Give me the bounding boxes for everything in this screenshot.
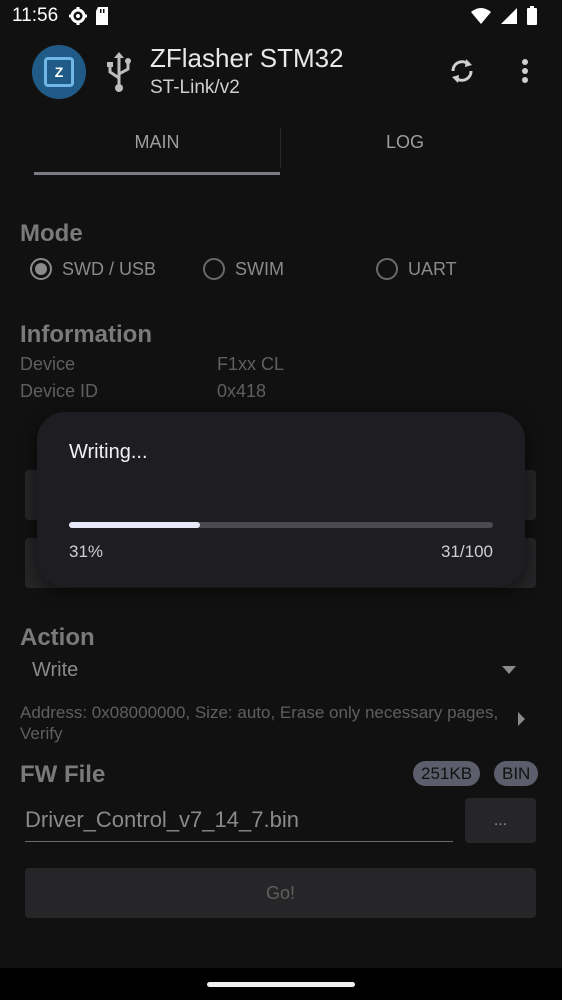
status-icons-left <box>68 6 110 31</box>
refresh-icon[interactable] <box>447 56 477 91</box>
app-logo: Z <box>32 45 86 99</box>
status-icons-right <box>470 6 538 31</box>
signal-icon <box>500 7 518 30</box>
app-subtitle: ST-Link/v2 <box>150 77 240 98</box>
chevron-right-icon[interactable] <box>518 712 525 726</box>
progress-count: 31/100 <box>441 542 493 561</box>
action-description: Address: 0x08000000, Size: auto, Erase o… <box>20 703 499 743</box>
home-handle[interactable] <box>207 982 355 987</box>
action-select[interactable]: Write <box>32 659 78 682</box>
tab-log[interactable]: LOG <box>282 132 528 153</box>
info-label-device-id: Device ID <box>20 381 99 401</box>
gear-icon <box>68 6 88 31</box>
tab-indicator <box>34 172 280 175</box>
wifi-icon <box>470 7 492 30</box>
information-title: Information <box>20 321 152 348</box>
radio-swim[interactable]: SWIM <box>203 258 284 280</box>
info-value-device-id: 0x418 <box>217 381 267 401</box>
type-badge: BIN <box>494 761 539 786</box>
info-value-device: F1xx CL <box>217 354 285 374</box>
sd-card-icon <box>94 6 110 31</box>
usb-icon <box>104 52 134 97</box>
browse-button[interactable]: ... <box>465 798 536 843</box>
chip-icon: Z <box>44 57 74 87</box>
info-label-device: Device <box>20 354 76 374</box>
radio-label: SWIM <box>235 258 284 279</box>
tab-main[interactable]: MAIN <box>34 132 280 153</box>
dropdown-arrow-icon[interactable] <box>502 666 516 674</box>
radio-selected-icon <box>30 258 52 280</box>
radio-swd-usb[interactable]: SWD / USB <box>30 258 156 280</box>
tab-divider <box>280 128 281 168</box>
radio-unselected-icon <box>376 258 398 280</box>
radio-uart[interactable]: UART <box>376 258 457 280</box>
app-title: ZFlasher STM32 <box>150 43 344 73</box>
action-title: Action <box>20 624 95 651</box>
size-badge: 251KB <box>413 761 481 786</box>
progress-fill <box>69 522 201 528</box>
fw-file-field[interactable]: Driver_Control_v7_14_7.bin <box>25 807 453 842</box>
fw-file-title: FW File <box>20 761 106 788</box>
radio-label: UART <box>408 258 457 279</box>
status-time: 11:56 <box>12 5 59 26</box>
radio-unselected-icon <box>203 258 225 280</box>
mode-title: Mode <box>20 220 83 247</box>
radio-label: SWD / USB <box>62 258 157 279</box>
dialog-title: Writing... <box>69 441 148 463</box>
battery-icon <box>526 6 538 31</box>
progress-percent: 31% <box>69 542 104 561</box>
more-options-icon[interactable] <box>520 58 530 89</box>
progress-bar <box>69 522 493 528</box>
go-button[interactable]: Go! <box>25 868 536 918</box>
